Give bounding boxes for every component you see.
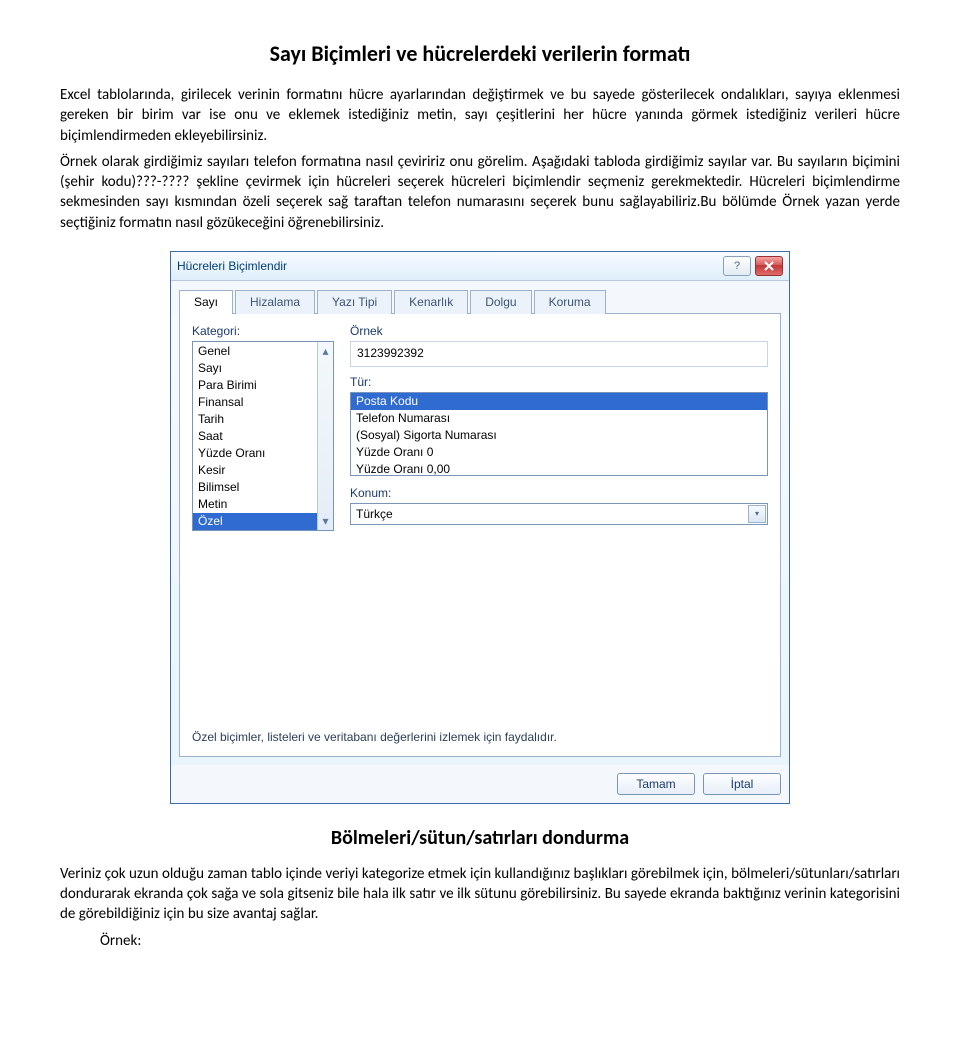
- tab-number[interactable]: Sayı: [179, 290, 233, 314]
- body-paragraph: Veriniz çok uzun olduğu zaman tablo için…: [60, 864, 900, 925]
- list-item[interactable]: Metin: [193, 496, 333, 513]
- list-item[interactable]: Genel: [193, 343, 333, 360]
- list-item[interactable]: Yüzde Oranı 0,00: [351, 461, 767, 476]
- list-item[interactable]: Bilimsel: [193, 479, 333, 496]
- close-icon: [764, 261, 774, 271]
- list-item[interactable]: (Sosyal) Sigorta Numarası: [351, 427, 767, 444]
- chevron-up-icon: ▴: [322, 344, 328, 358]
- help-icon: ?: [734, 260, 740, 272]
- list-item[interactable]: Yüzde Oranı: [193, 445, 333, 462]
- dialog-title: Hücreleri Biçimlendir: [177, 259, 287, 273]
- list-item[interactable]: Telefon Numarası: [351, 410, 767, 427]
- close-button[interactable]: [755, 256, 783, 276]
- tab-protection[interactable]: Koruma: [534, 290, 606, 314]
- tab-font[interactable]: Yazı Tipi: [317, 290, 392, 314]
- list-item[interactable]: Saat: [193, 428, 333, 445]
- example-label: Örnek:: [60, 931, 900, 951]
- list-item[interactable]: Para Birimi: [193, 377, 333, 394]
- tab-fill[interactable]: Dolgu: [470, 290, 531, 314]
- category-listbox[interactable]: Genel Sayı Para Birimi Finansal Tarih Sa…: [192, 341, 334, 531]
- category-label: Kategori:: [192, 324, 334, 338]
- tab-panel-number: Kategori: Genel Sayı Para Birimi Finansa…: [179, 313, 781, 757]
- list-item[interactable]: Yüzde Oranı 0: [351, 444, 767, 461]
- list-item[interactable]: Finansal: [193, 394, 333, 411]
- chevron-down-icon: ▾: [322, 514, 328, 528]
- locale-combobox[interactable]: Türkçe ▾: [350, 503, 768, 525]
- list-item[interactable]: Sayı: [193, 360, 333, 377]
- type-label: Tür:: [350, 375, 768, 389]
- list-item[interactable]: Özel: [193, 513, 333, 530]
- ok-button[interactable]: Tamam: [617, 773, 695, 795]
- list-item[interactable]: İsteğe Uyarlanmış: [193, 530, 333, 531]
- body-paragraph: Excel tablolarında, girilecek verinin fo…: [60, 85, 900, 146]
- sample-value: 3123992392: [350, 341, 768, 367]
- cancel-button[interactable]: İptal: [703, 773, 781, 795]
- locale-label: Konum:: [350, 486, 768, 500]
- page-heading: Sayı Biçimleri ve hücrelerdeki verilerin…: [60, 40, 900, 67]
- list-item[interactable]: Posta Kodu: [351, 393, 767, 410]
- description-text: Özel biçimler, listeleri ve veritabanı d…: [192, 690, 768, 744]
- format-cells-dialog: Hücreleri Biçimlendir ? Sayı Hizalama Ya…: [170, 251, 790, 804]
- type-listbox[interactable]: Posta Kodu Telefon Numarası (Sosyal) Sig…: [350, 392, 768, 476]
- dialog-titlebar[interactable]: Hücreleri Biçimlendir ?: [171, 252, 789, 281]
- list-item[interactable]: Kesir: [193, 462, 333, 479]
- category-group: Kategori: Genel Sayı Para Birimi Finansa…: [192, 324, 334, 531]
- scrollbar[interactable]: ▴ ▾: [317, 342, 333, 530]
- right-column: Örnek 3123992392 Tür: Posta Kodu Telefon…: [350, 324, 768, 531]
- body-paragraph: Örnek olarak girdiğimiz sayıları telefon…: [60, 152, 900, 233]
- tabs-row: Sayı Hizalama Yazı Tipi Kenarlık Dolgu K…: [171, 281, 789, 313]
- tab-border[interactable]: Kenarlık: [394, 290, 468, 314]
- dialog-button-bar: Tamam İptal: [171, 765, 789, 803]
- tab-alignment[interactable]: Hizalama: [235, 290, 315, 314]
- list-item[interactable]: Tarih: [193, 411, 333, 428]
- locale-value: Türkçe: [350, 503, 768, 525]
- help-button[interactable]: ?: [723, 256, 751, 276]
- sample-label: Örnek: [350, 324, 768, 338]
- chevron-down-icon[interactable]: ▾: [748, 505, 766, 523]
- section-heading: Bölmeleri/sütun/satırları dondurma: [60, 826, 900, 850]
